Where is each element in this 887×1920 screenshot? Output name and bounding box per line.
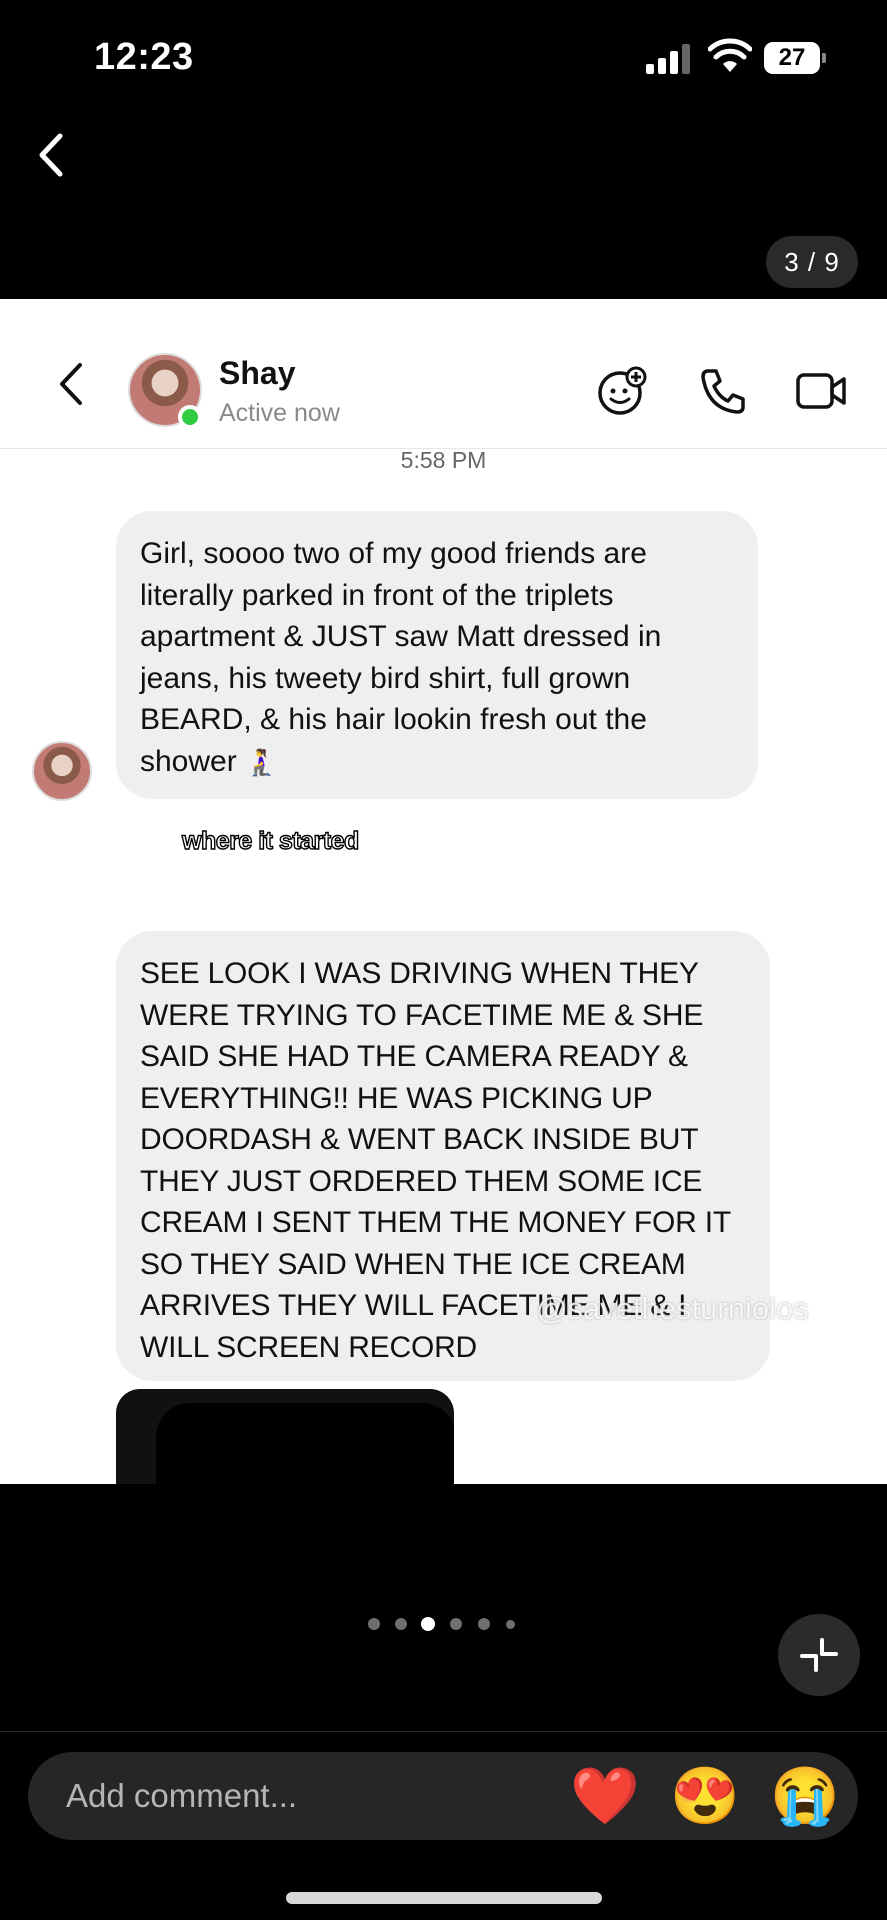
heart-reaction-icon[interactable]: ❤️ — [570, 1762, 640, 1830]
comment-input[interactable]: Add comment... — [66, 1752, 297, 1840]
collapse-icon — [800, 1638, 838, 1672]
pagination-dot — [478, 1618, 490, 1630]
signal-icon — [646, 44, 694, 74]
pagination-dot-active — [421, 1617, 435, 1631]
message-text: Girl, soooo two of my good friends are l… — [140, 537, 662, 778]
embedded-screenshot: Shay Active now 5:58 PM Girl, soooo two … — [0, 299, 887, 1484]
image-counter: 3 / 9 — [766, 236, 858, 288]
pagination-dot — [450, 1618, 462, 1630]
status-bar: 12:23 27 — [0, 0, 887, 120]
heart-eyes-reaction-icon[interactable]: 😍 — [670, 1762, 740, 1830]
contact-status: Active now — [219, 399, 340, 427]
comment-bar[interactable]: Add comment... ❤️ 😍 😭 — [28, 1752, 858, 1840]
dm-back-icon — [60, 363, 82, 405]
media-attachment — [116, 1389, 454, 1484]
overlay-caption: where it started — [181, 826, 360, 855]
kneeling-person-emoji: 🧎‍♀️ — [245, 746, 278, 777]
dm-header: Shay Active now — [0, 299, 887, 449]
divider — [0, 1731, 887, 1732]
message-bubble: Girl, soooo two of my good friends are l… — [116, 511, 758, 799]
battery-level: 27 — [764, 42, 820, 74]
active-indicator — [178, 405, 202, 429]
home-indicator[interactable] — [286, 1892, 602, 1904]
sender-avatar — [32, 741, 92, 801]
pagination-dot — [368, 1618, 380, 1630]
pagination-dot — [506, 1619, 515, 1629]
collapse-button[interactable] — [778, 1614, 860, 1696]
pagination-dot — [395, 1618, 407, 1630]
wifi-icon — [708, 38, 752, 72]
status-time: 12:23 — [94, 36, 194, 78]
battery-icon: 27 — [764, 42, 826, 74]
phone-icon — [701, 369, 745, 414]
watermark: @savethesturniolos — [536, 1291, 809, 1326]
message-timestamp: 5:58 PM — [400, 447, 487, 473]
crying-reaction-icon[interactable]: 😭 — [770, 1762, 840, 1830]
back-icon[interactable] — [30, 130, 74, 180]
sticker-icon — [598, 366, 647, 415]
contact-name: Shay — [219, 355, 296, 391]
video-icon — [796, 373, 846, 409]
